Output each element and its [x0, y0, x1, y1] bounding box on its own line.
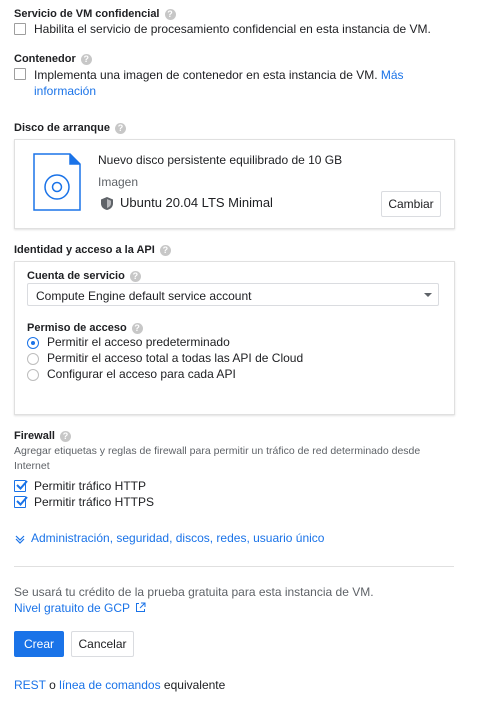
free-tier-link[interactable]: Nivel gratuito de GCP	[14, 601, 146, 615]
more-info-link-line2[interactable]: información	[34, 84, 96, 98]
identity-title: Identidad y acceso a la API?	[14, 244, 171, 256]
image-label: Imagen	[98, 175, 139, 189]
external-link-icon	[136, 602, 146, 612]
help-icon[interactable]: ?	[114, 122, 126, 134]
identity-card: Cuenta de servicio? Compute Engine defau…	[14, 261, 455, 415]
container-label: Implementa una imagen de contenedor en e…	[34, 68, 404, 98]
help-icon[interactable]: ?	[129, 270, 141, 282]
container-title: Contenedor?	[14, 53, 92, 65]
access-option-radio[interactable]	[27, 337, 39, 349]
advanced-options-link[interactable]: Administración, seguridad, discos, redes…	[31, 531, 324, 545]
command-line-link[interactable]: línea de comandos	[59, 678, 160, 692]
divider	[14, 566, 454, 567]
check-icon	[16, 496, 28, 506]
https-label: Permitir tráfico HTTPS	[34, 495, 155, 509]
check-icon	[16, 480, 28, 490]
shield-icon	[101, 197, 113, 215]
confidential-vm-checkbox[interactable]	[14, 23, 26, 35]
firewall-description: Agregar etiquetas y reglas de firewall p…	[14, 445, 421, 472]
help-icon[interactable]: ?	[159, 244, 171, 256]
more-info-link[interactable]: Más	[381, 68, 404, 82]
change-button[interactable]: Cambiar	[381, 191, 441, 217]
dropdown-arrow-icon	[424, 293, 432, 297]
access-option-label: Permitir el acceso total a todas las API…	[47, 351, 304, 365]
service-account-value: Compute Engine default service account	[36, 289, 252, 303]
create-button[interactable]: Crear	[14, 631, 64, 657]
cancel-button[interactable]: Cancelar	[71, 631, 134, 657]
boot-disk-title: Disco de arranque?	[14, 122, 126, 134]
free-trial-text: Se usará tu crédito de la prueba gratuit…	[14, 585, 374, 599]
help-icon[interactable]: ?	[80, 53, 92, 65]
access-option-label: Permitir el acceso predeterminado	[47, 335, 230, 349]
access-option-label: Configurar el acceso para cada API	[47, 367, 236, 381]
image-value: Ubuntu 20.04 LTS Minimal	[120, 195, 273, 210]
boot-disk-card: Nuevo disco persistente equilibrado de 1…	[14, 139, 455, 229]
rest-link[interactable]: REST	[14, 678, 46, 692]
access-option-radio[interactable]	[27, 369, 39, 381]
firewall-title: Firewall?	[14, 430, 71, 442]
http-checkbox[interactable]	[14, 480, 28, 492]
service-account-select[interactable]: Compute Engine default service account	[27, 283, 439, 306]
service-account-title: Cuenta de servicio?	[27, 270, 141, 282]
container-checkbox[interactable]	[14, 68, 26, 80]
disk-icon	[33, 153, 81, 216]
chevron-down-icon	[15, 531, 25, 549]
access-scopes-title: Permiso de acceso?	[27, 322, 143, 334]
help-icon[interactable]: ?	[164, 8, 176, 20]
disk-name: Nuevo disco persistente equilibrado de 1…	[98, 153, 343, 167]
confidential-vm-label: Habilita el servicio de procesamiento co…	[34, 22, 431, 36]
help-icon[interactable]: ?	[131, 322, 143, 334]
confidential-vm-title: Servicio de VM confidencial?	[14, 8, 176, 20]
access-option-radio[interactable]	[27, 353, 39, 365]
equivalent-footer: REST o línea de comandos equivalente	[14, 678, 226, 692]
https-checkbox[interactable]	[14, 496, 28, 508]
http-label: Permitir tráfico HTTP	[34, 479, 147, 493]
help-icon[interactable]: ?	[59, 430, 71, 442]
